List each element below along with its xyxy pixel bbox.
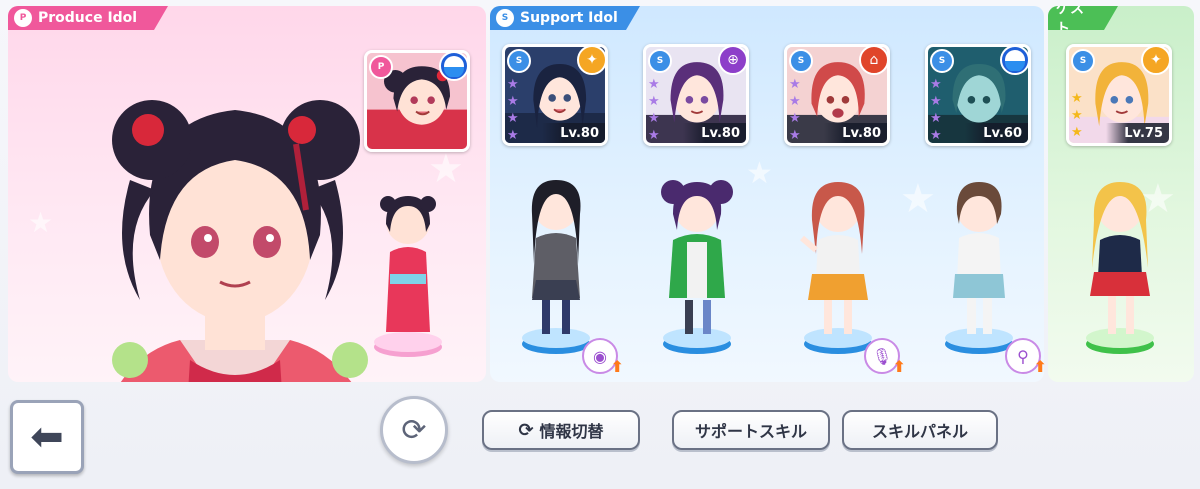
microphone-glyph-icon: 🎙 <box>871 346 893 366</box>
star-icon: ★ <box>648 77 660 92</box>
support-card-1-type-badge: S <box>507 49 531 73</box>
star-icon: ★ <box>507 77 519 92</box>
arrow-left-icon: ⬅ <box>30 414 64 460</box>
decorative-star-icon: ★ <box>28 206 54 239</box>
support-idol-3-chibi <box>800 182 872 354</box>
card-level: Lv.80 <box>683 123 746 143</box>
upgrade-arrow-icon: ⬆ <box>892 357 906 376</box>
star-icon: ★ <box>507 128 519 143</box>
support-card-4-type-badge: S <box>930 49 954 73</box>
produce-idol-portrait <box>112 100 368 382</box>
blue-orb-icon <box>439 53 467 81</box>
support-card-4[interactable]: S ★ ★ ★ ★ Lv.60 <box>925 44 1031 146</box>
star-icon: ★ <box>930 111 942 126</box>
skill-panel-label: スキルパネル <box>871 422 968 441</box>
refresh-arrows-icon: ⟳ <box>401 412 427 448</box>
swap-button[interactable]: ⟳ <box>380 396 448 464</box>
card-level: Lv.80 <box>542 123 605 143</box>
star-icon: ★ <box>930 128 942 143</box>
support-idol-1-chibi <box>522 180 590 354</box>
star-icon: ★ <box>648 128 660 143</box>
support-skill-button[interactable]: サポートスキル <box>672 410 830 450</box>
hand-mirror-icon[interactable]: ⚲ ⬆ <box>1005 338 1047 376</box>
skill-panel-button[interactable]: スキルパネル <box>842 410 998 450</box>
back-button[interactable]: ⬅ <box>10 400 84 474</box>
target-icon: ⊕ <box>718 47 746 75</box>
info-switch-label: 情報切替 <box>539 422 604 441</box>
card-level: Lv.80 <box>824 123 887 143</box>
guest-card-type-badge: S <box>1071 49 1095 73</box>
microphone-icon[interactable]: 🎙 ⬆ <box>864 338 906 376</box>
star-icon: ★ <box>930 94 942 109</box>
star-icon: ★ <box>648 94 660 109</box>
support-skill-label: サポートスキル <box>694 422 807 441</box>
guest-tab-label: ゲスト <box>1056 6 1084 37</box>
produce-idol-panel: P Produce Idol ★ ★ P <box>8 6 486 382</box>
rarity-stars: ★ ★ ★ ★ <box>648 77 660 143</box>
support-card-2[interactable]: S ⊕ ★ ★ ★ ★ Lv.80 <box>643 44 749 146</box>
star-icon: ★ <box>930 77 942 92</box>
star-icon: ★ <box>789 111 801 126</box>
card-level: Lv.75 <box>1106 123 1169 143</box>
star-icon: ★ <box>1071 125 1083 140</box>
star-icon: ★ <box>789 94 801 109</box>
produce-idol-tab: P Produce Idol <box>8 6 168 30</box>
guest-idol-chibi <box>1086 182 1154 354</box>
support-type-badge: S <box>496 9 514 27</box>
support-idol-tab-label: Support Idol <box>520 10 618 26</box>
support-card-2-type-badge: S <box>648 49 672 73</box>
hand-mirror-glyph-icon: ⚲ <box>1017 346 1029 366</box>
rarity-stars: ★ ★ ★ ★ <box>930 77 942 143</box>
star-icon: ★ <box>648 111 660 126</box>
star-burst-icon: ✦ <box>577 47 605 75</box>
produce-type-badge: P <box>14 9 32 27</box>
rarity-stars: ★ ★ ★ ★ <box>789 77 801 143</box>
support-card-1[interactable]: S ✦ ★ ★ ★ ★ Lv.80 <box>502 44 608 146</box>
upgrade-arrow-icon: ⬆ <box>1033 357 1047 376</box>
info-switch-button[interactable]: ⟳ 情報切替 <box>482 410 640 450</box>
support-card-3[interactable]: S ⌂ ★ ★ ★ ★ Lv.80 <box>784 44 890 146</box>
rarity-stars: ★ ★ ★ <box>1071 91 1083 141</box>
decorative-star-icon: ★ <box>746 156 773 191</box>
support-idol-2-chibi <box>661 180 733 354</box>
speaker-glyph-icon: ◉ <box>593 346 607 366</box>
support-idol-tab: S Support Idol <box>490 6 640 30</box>
school-icon: ⌂ <box>859 47 887 75</box>
support-card-3-type-badge: S <box>789 49 813 73</box>
guest-card[interactable]: S ✦ ★ ★ ★ Lv.75 <box>1066 44 1172 146</box>
produce-idol-tab-label: Produce Idol <box>38 10 138 26</box>
refresh-arrows-icon: ⟳ <box>518 419 534 441</box>
rarity-stars: ★ ★ ★ ★ <box>507 77 519 143</box>
blue-orb-icon <box>1000 47 1028 75</box>
upgrade-arrow-icon: ⬆ <box>610 357 624 376</box>
star-icon: ★ <box>507 94 519 109</box>
star-icon: ★ <box>507 111 519 126</box>
star-icon: ★ <box>1071 91 1083 106</box>
guest-tab: ゲスト <box>1048 6 1118 30</box>
star-icon: ★ <box>789 128 801 143</box>
star-icon: ★ <box>1071 108 1083 123</box>
support-idol-4-chibi <box>945 182 1013 354</box>
speaker-icon[interactable]: ◉ ⬆ <box>582 338 624 376</box>
star-burst-icon: ✦ <box>1141 47 1169 75</box>
star-icon: ★ <box>789 77 801 92</box>
card-level: Lv.60 <box>965 123 1028 143</box>
